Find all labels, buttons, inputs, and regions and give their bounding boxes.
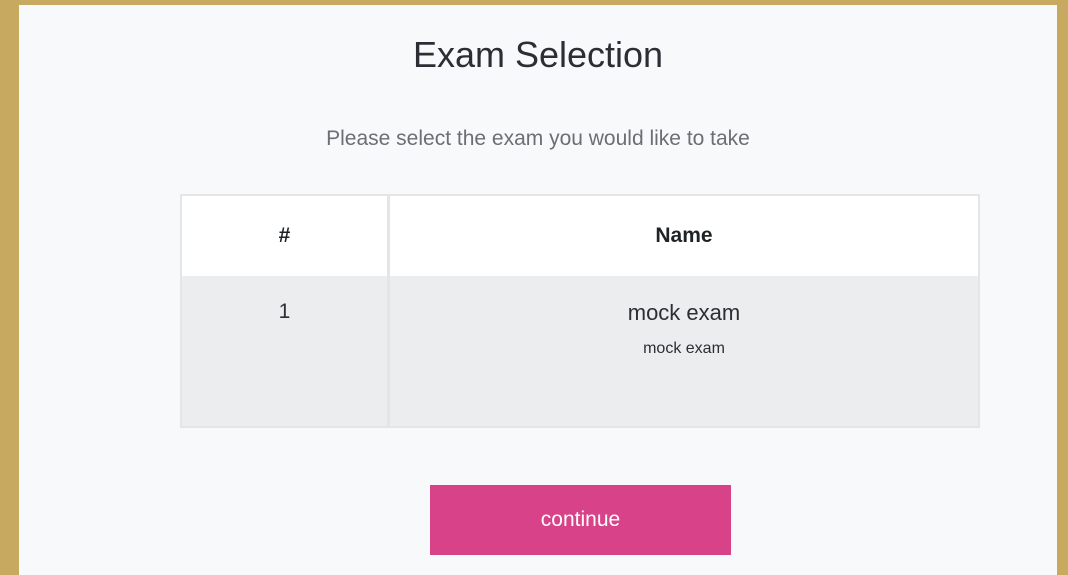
exam-selection-panel: Exam Selection Please select the exam yo… [19,5,1057,575]
table-row[interactable]: 1 mock exam mock exam [181,276,979,427]
exam-name: mock exam [627,300,741,325]
exam-description: mock exam [643,340,725,357]
exam-name-cell: mock exam mock exam [388,276,979,427]
page-subtitle: Please select the exam you would like to… [326,127,750,150]
exam-table: # Name 1 mock exam mock exam [180,194,980,428]
column-header-name: Name [388,195,979,276]
continue-button[interactable]: continue [430,485,731,555]
table-header-row: # Name [181,195,979,276]
page-title: Exam Selection [412,34,664,75]
exam-number-cell: 1 [181,276,390,427]
column-header-number: # [181,195,390,276]
